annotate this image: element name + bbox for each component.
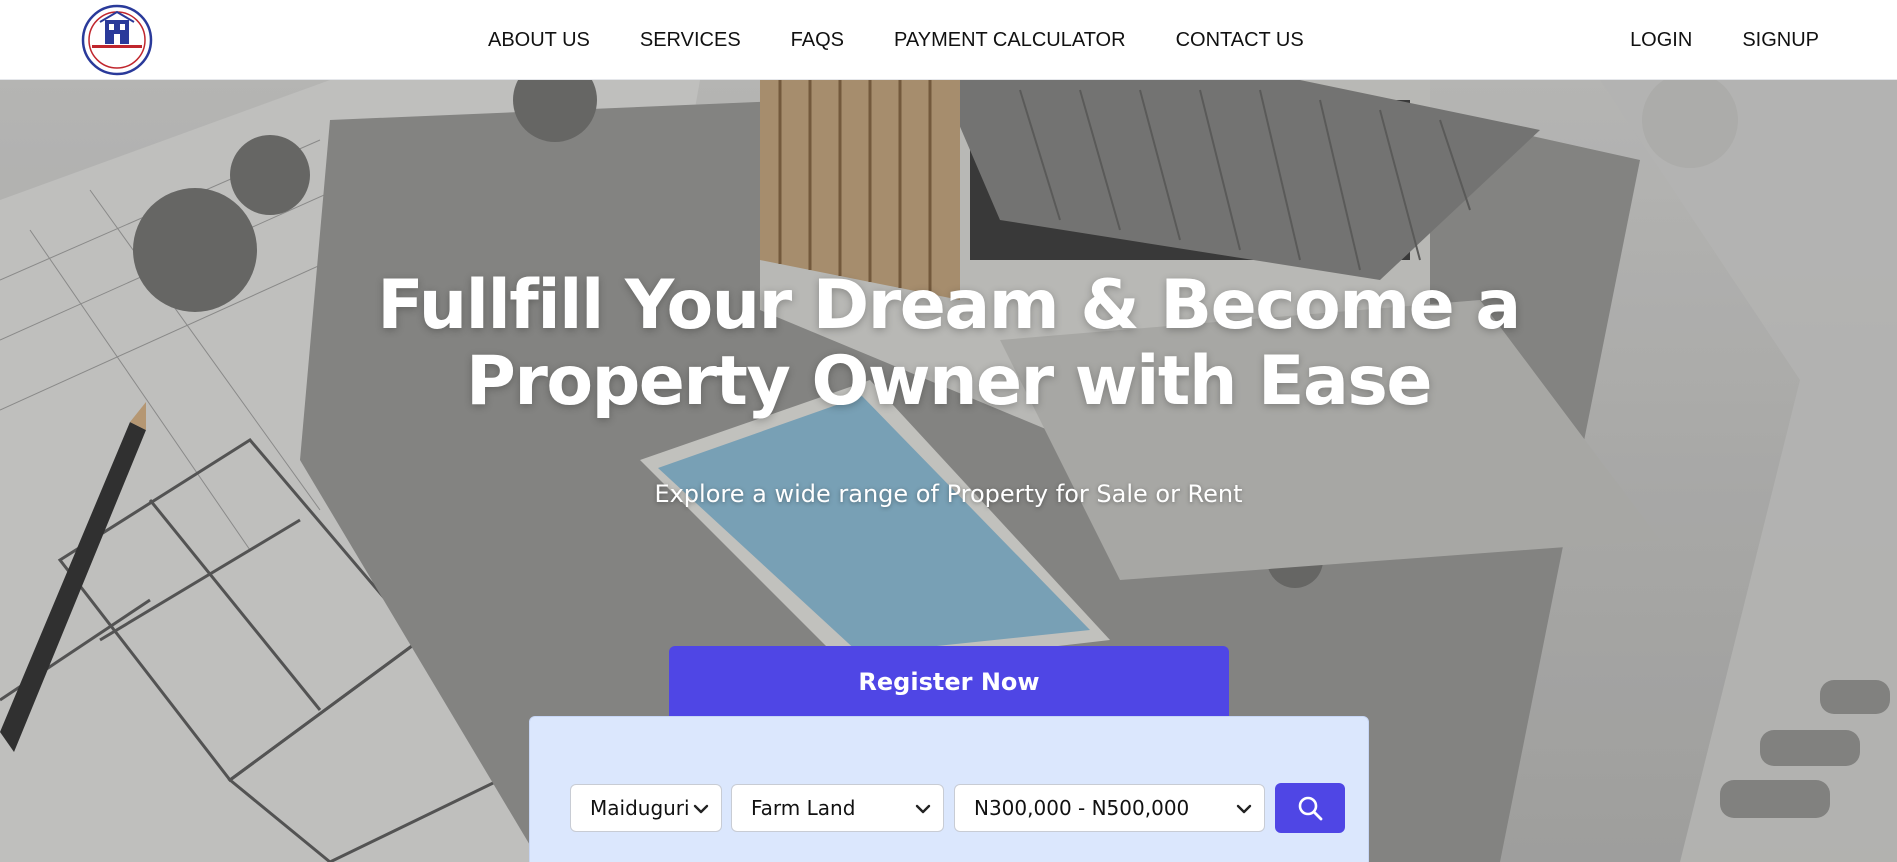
hero-subheadline: Explore a wide range of Property for Sal…: [654, 480, 1243, 508]
price-range-value: N300,000 - N500,000: [974, 796, 1190, 820]
hero-headline-line1: Fullfill Your Dream & Become a: [377, 266, 1521, 345]
property-type-value: Farm Land: [751, 796, 856, 820]
login-link[interactable]: LOGIN: [1630, 29, 1692, 52]
hero-section: Fullfill Your Dream & Become a Property …: [0, 80, 1897, 862]
city-select-value: Maiduguri: [590, 796, 690, 820]
property-search-panel: Maiduguri Farm Land N300,000 - N500,000: [529, 716, 1369, 862]
register-now-button[interactable]: Register Now: [669, 646, 1229, 718]
company-logo[interactable]: [76, 4, 158, 76]
auth-nav: LOGIN SIGNUP: [1580, 0, 1819, 80]
hero-headline-line2: Property Owner with Ease: [466, 342, 1432, 421]
navbar: ABOUT US SERVICES FAQS PAYMENT CALCULATO…: [0, 0, 1897, 80]
main-nav: ABOUT US SERVICES FAQS PAYMENT CALCULATO…: [488, 0, 1354, 80]
price-range-select[interactable]: N300,000 - N500,000: [954, 784, 1265, 832]
signup-link[interactable]: SIGNUP: [1742, 29, 1819, 52]
chevron-down-icon: [693, 804, 709, 814]
nav-payment-calculator[interactable]: PAYMENT CALCULATOR: [894, 29, 1126, 52]
hero-headline: Fullfill Your Dream & Become a Property …: [0, 268, 1897, 420]
nav-contact-us[interactable]: CONTACT US: [1176, 29, 1304, 52]
chevron-down-icon: [1236, 804, 1252, 814]
city-select[interactable]: Maiduguri: [570, 784, 722, 832]
nav-about-us[interactable]: ABOUT US: [488, 29, 590, 52]
chevron-down-icon: [915, 804, 931, 814]
search-button[interactable]: [1275, 783, 1345, 833]
search-icon: [1298, 796, 1323, 821]
nav-faqs[interactable]: FAQS: [791, 29, 844, 52]
property-type-select[interactable]: Farm Land: [731, 784, 944, 832]
nav-services[interactable]: SERVICES: [640, 29, 741, 52]
